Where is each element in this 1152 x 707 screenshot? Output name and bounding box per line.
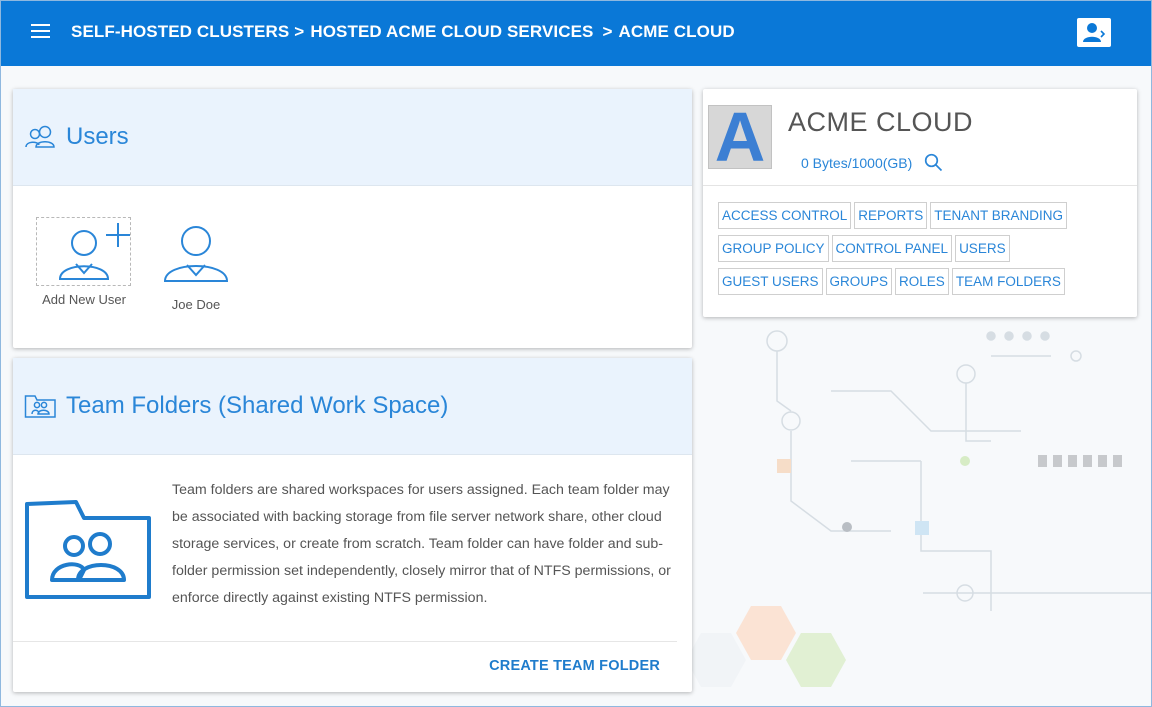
breadcrumb-hosted-acme-cloud-services[interactable]: HOSTED ACME CLOUD SERVICES xyxy=(310,22,593,42)
tenant-management-links: ACCESS CONTROL REPORTS TENANT BRANDING G… xyxy=(718,202,1118,301)
link-roles[interactable]: ROLES xyxy=(895,268,949,295)
quota-search-button[interactable] xyxy=(924,153,943,172)
divider xyxy=(13,641,677,642)
team-folder-icon xyxy=(24,395,56,418)
team-folders-card: Team Folders (Shared Work Space) Team fo… xyxy=(13,358,692,692)
team-folder-large-icon xyxy=(25,500,151,599)
top-bar: SELF-HOSTED CLUSTERS > HOSTED ACME CLOUD… xyxy=(1,1,1151,66)
team-folders-card-title: Team Folders (Shared Work Space) xyxy=(66,392,449,419)
user-tile-joe-doe[interactable]: Joe Doe xyxy=(161,223,231,312)
add-new-user-label: Add New User xyxy=(42,292,126,307)
users-card-title: Users xyxy=(66,123,129,150)
link-groups[interactable]: GROUPS xyxy=(825,268,893,295)
tenant-quota-text: 0 Bytes/1000(GB) xyxy=(801,154,913,171)
link-control-panel[interactable]: CONTROL PANEL xyxy=(831,235,953,262)
hamburger-icon[interactable] xyxy=(31,24,50,40)
users-icon xyxy=(25,125,55,148)
divider xyxy=(703,185,1137,186)
tenant-name: ACME CLOUD xyxy=(788,107,974,137)
breadcrumb-separator: > xyxy=(602,22,613,41)
user-account-icon xyxy=(1083,22,1106,42)
breadcrumb-separator: > xyxy=(294,22,305,41)
link-guest-users[interactable]: GUEST USERS xyxy=(718,268,823,295)
link-reports[interactable]: REPORTS xyxy=(854,202,928,229)
breadcrumb: SELF-HOSTED CLUSTERS > HOSTED ACME CLOUD… xyxy=(71,22,735,42)
users-card: Users Add New User Joe Doe xyxy=(13,89,692,348)
search-icon xyxy=(925,153,943,172)
add-new-user-tile[interactable]: Add New User xyxy=(36,217,132,307)
tenant-card: A ACME CLOUD 0 Bytes/1000(GB) ACCESS CON… xyxy=(703,89,1137,317)
add-user-icon xyxy=(58,223,130,280)
link-team-folders[interactable]: TEAM FOLDERS xyxy=(951,268,1065,295)
link-tenant-branding[interactable]: TENANT BRANDING xyxy=(930,202,1068,229)
link-access-control[interactable]: ACCESS CONTROL xyxy=(718,202,852,229)
user-icon xyxy=(163,226,229,282)
team-folders-description: Team folders are shared workspaces for u… xyxy=(172,482,671,606)
user-account-button[interactable] xyxy=(1077,18,1111,47)
link-group-policy[interactable]: GROUP POLICY xyxy=(718,235,829,262)
create-team-folder-button[interactable]: CREATE TEAM FOLDER xyxy=(489,658,660,674)
breadcrumb-self-hosted-clusters[interactable]: SELF-HOSTED CLUSTERS xyxy=(71,22,289,42)
add-user-box xyxy=(36,217,131,286)
team-folders-card-header: Team Folders (Shared Work Space) xyxy=(13,358,692,455)
breadcrumb-acme-cloud[interactable]: ACME CLOUD xyxy=(619,22,735,42)
users-card-header: Users xyxy=(13,89,692,186)
background-circuit-decoration xyxy=(691,330,1151,687)
user-name-label: Joe Doe xyxy=(171,297,221,312)
link-users[interactable]: USERS xyxy=(955,235,1010,262)
tenant-quota: 0 Bytes/1000(GB) xyxy=(801,153,943,172)
tenant-avatar[interactable]: A xyxy=(708,105,772,169)
